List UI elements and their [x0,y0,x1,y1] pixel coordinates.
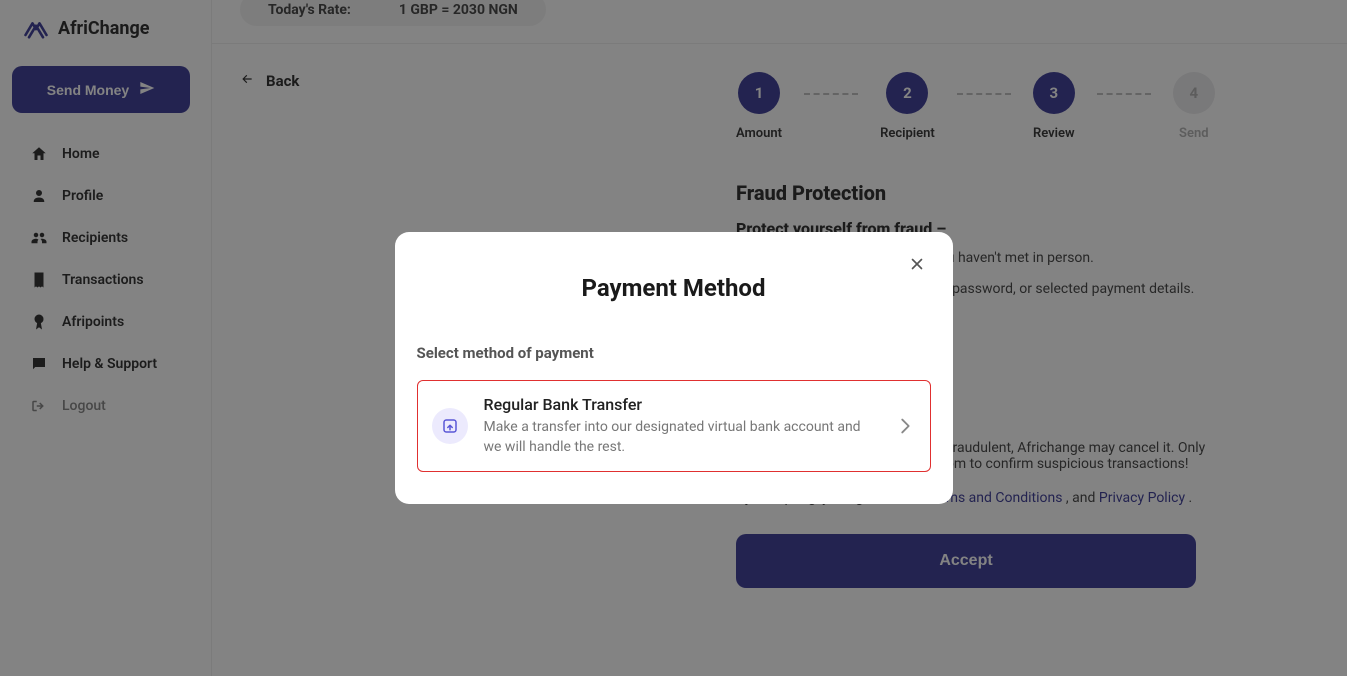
modal-close-button[interactable] [903,250,931,278]
close-icon [908,255,926,273]
modal-title: Payment Method [417,274,931,302]
modal-subtitle: Select method of payment [417,344,931,362]
payment-option-desc: Make a transfer into our designated virt… [484,418,878,457]
bank-transfer-icon [432,408,468,444]
payment-option-title: Regular Bank Transfer [484,395,878,414]
modal-overlay[interactable]: Payment Method Select method of payment … [0,0,1347,676]
payment-option-bank-transfer[interactable]: Regular Bank Transfer Make a transfer in… [417,380,931,472]
payment-method-modal: Payment Method Select method of payment … [395,232,953,504]
payment-option-text: Regular Bank Transfer Make a transfer in… [484,395,878,457]
chevron-right-icon [894,415,916,437]
